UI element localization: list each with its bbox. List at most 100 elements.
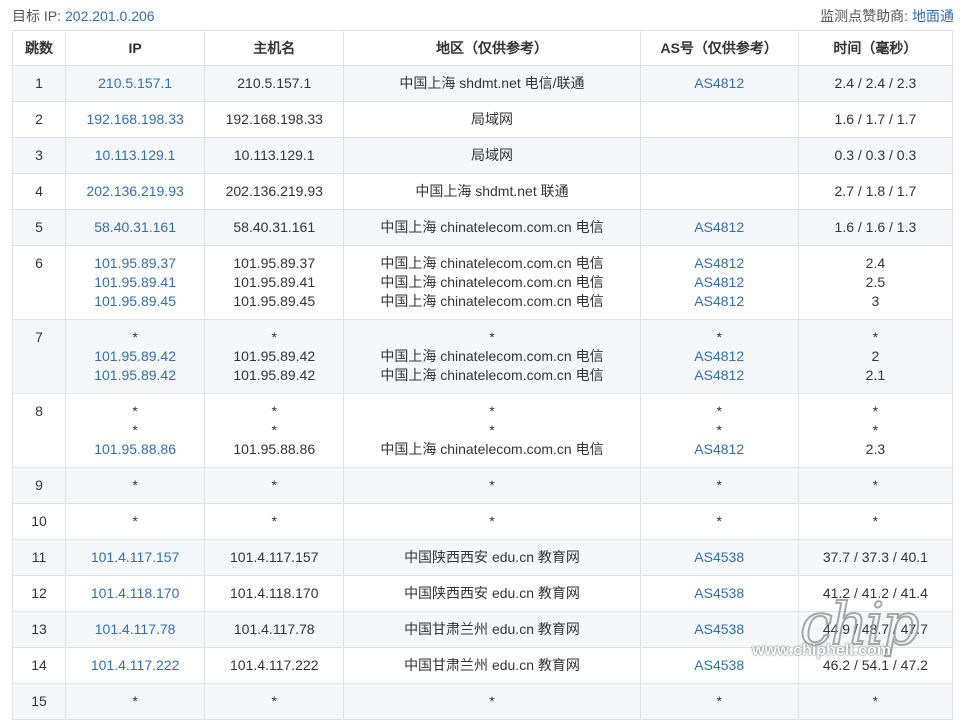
hostname-value: 101.95.88.86 (233, 441, 316, 457)
hostname-value: 101.95.89.37 (233, 255, 316, 271)
region-value: * (489, 329, 495, 345)
ip-cell: 58.40.31.161 (65, 209, 206, 246)
hop-cell: 8 (11, 393, 67, 468)
ip-cell: 101.4.118.170 (65, 575, 206, 612)
ip-link[interactable]: 210.5.157.1 (66, 74, 204, 93)
time-value: * (872, 329, 879, 345)
table-row: 4 202.136.219.93 202.136.219.93 中国上海 shdmt.… (11, 173, 954, 210)
time-value: * (872, 422, 879, 438)
ip-link[interactable]: 101.95.89.41 (66, 273, 204, 292)
time-value: * (872, 513, 879, 529)
region-value: 中国上海 chinatelecom.com.cn 电信 (380, 367, 604, 383)
ip-link[interactable]: 101.4.117.78 (66, 620, 204, 639)
hop-number: 5 (35, 219, 43, 235)
time-value: 0.3 / 0.3 / 0.3 (834, 147, 917, 163)
region-value: 中国上海 chinatelecom.com.cn 电信 (380, 293, 604, 309)
region-cell: 局域网 (343, 101, 641, 138)
sponsor-link[interactable]: 地面通 (912, 8, 954, 24)
table-row: 13 101.4.117.78 101.4.117.78 中国甘肃兰州 edu.cn … (11, 611, 954, 648)
table-row: 3 10.113.129.1 10.113.129.1 局域网 0.3 / 0.3 / … (11, 137, 954, 174)
region-cell: * (343, 683, 641, 720)
hop-number: 1 (35, 75, 43, 91)
ip-cell: 202.136.219.93 (65, 173, 206, 210)
as-link[interactable]: AS4538 (641, 548, 798, 567)
as-link[interactable]: AS4812 (641, 440, 798, 459)
as-cell: AS4812 AS4812 AS4812 (639, 245, 799, 320)
ip-link[interactable]: 101.4.117.157 (66, 548, 204, 567)
time-cell: * (797, 467, 954, 504)
table-row: 2 192.168.198.33 192.168.198.33 局域网 1.6 / 1.… (11, 101, 954, 138)
time-value: 44.9 / 48.7 / 47.7 (822, 621, 928, 637)
as-link[interactable]: AS4538 (641, 620, 798, 639)
time-cell: * * 2.3 (797, 393, 954, 468)
region-cell: 局域网 (343, 137, 641, 174)
time-value: 2.1 (865, 367, 886, 383)
region-value: * (489, 403, 495, 419)
as-link[interactable]: AS4812 (641, 292, 798, 311)
ip-cell: 101.4.117.157 (65, 539, 206, 576)
ip-link[interactable]: 101.95.89.42 (66, 366, 204, 385)
ip-cell: * (65, 683, 206, 720)
hostname-cell: 101.4.117.157 (204, 539, 345, 576)
as-link[interactable]: AS4538 (641, 656, 798, 675)
as-link[interactable]: AS4812 (641, 218, 798, 237)
hostname-value: 101.95.89.45 (233, 293, 316, 309)
ip-link[interactable]: 101.4.118.170 (66, 584, 204, 603)
hostname-value: 101.95.89.42 (233, 367, 316, 383)
ip-link[interactable]: 202.136.219.93 (66, 182, 204, 201)
as-cell: AS4538 (639, 575, 799, 612)
ip-value: * (132, 329, 138, 345)
column-header-ip: IP (65, 30, 206, 66)
as-value (641, 146, 798, 165)
as-link[interactable]: AS4812 (641, 273, 798, 292)
column-header-region: 地区（仅供参考） (343, 30, 641, 66)
region-cell: 中国甘肃兰州 edu.cn 教育网 (343, 611, 641, 648)
hop-number: 12 (31, 585, 47, 601)
hostname-value: 101.4.117.78 (233, 621, 315, 637)
column-header-hop: 跳数 (11, 30, 67, 66)
region-value: 中国上海 chinatelecom.com.cn 电信 (380, 348, 604, 364)
hop-number: 14 (31, 657, 47, 673)
ip-link[interactable]: 101.95.88.86 (66, 440, 204, 459)
table-row: 11 101.4.117.157 101.4.117.157 中国陕西西安 edu.c… (11, 539, 954, 576)
hop-number: 6 (35, 255, 43, 271)
region-cell: 中国上海 shdmt.net 电信/联通 (343, 65, 641, 102)
as-link[interactable]: AS4812 (641, 74, 798, 93)
as-value (641, 182, 798, 201)
ip-link[interactable]: 10.113.129.1 (66, 146, 204, 165)
ip-link[interactable]: 58.40.31.161 (66, 218, 204, 237)
hop-cell: 14 (11, 647, 67, 684)
hop-cell: 9 (11, 467, 67, 504)
hostname-cell: 210.5.157.1 (204, 65, 345, 102)
ip-value: * (132, 513, 138, 529)
ip-value: * (132, 403, 138, 419)
table-row: 10 * * * * * (11, 503, 954, 540)
as-value: * (716, 513, 722, 529)
region-cell: * 中国上海 chinatelecom.com.cn 电信 中国上海 chinate… (343, 319, 641, 394)
ip-cell: 101.4.117.222 (65, 647, 206, 684)
region-value: 中国陕西西安 edu.cn 教育网 (404, 549, 580, 565)
ip-link[interactable]: 101.4.117.222 (66, 656, 204, 675)
as-link[interactable]: AS4538 (641, 584, 798, 603)
as-link[interactable]: AS4812 (641, 347, 798, 366)
ip-link[interactable]: 192.168.198.33 (66, 110, 204, 129)
time-cell: 44.9 / 48.7 / 47.7 (797, 611, 954, 648)
hop-number: 15 (31, 693, 47, 709)
as-cell: AS4538 (639, 611, 799, 648)
as-link[interactable]: AS4812 (641, 366, 798, 385)
region-value: * (489, 693, 495, 709)
region-value: * (489, 422, 495, 438)
hop-cell: 10 (11, 503, 67, 540)
hostname-value: * (271, 422, 277, 438)
ip-link[interactable]: 101.95.89.42 (66, 347, 204, 366)
ip-link[interactable]: 101.95.89.45 (66, 292, 204, 311)
region-value: 中国甘肃兰州 edu.cn 教育网 (404, 621, 580, 637)
hop-cell: 6 (11, 245, 67, 320)
ip-link[interactable]: 101.95.89.37 (66, 254, 204, 273)
as-link[interactable]: AS4812 (641, 254, 798, 273)
region-value: 中国上海 shdmt.net 电信/联通 (399, 75, 585, 91)
hostname-value: * (271, 329, 277, 345)
hop-cell: 15 (11, 683, 67, 720)
hostname-value: * (271, 403, 277, 419)
region-cell: * (343, 467, 641, 504)
